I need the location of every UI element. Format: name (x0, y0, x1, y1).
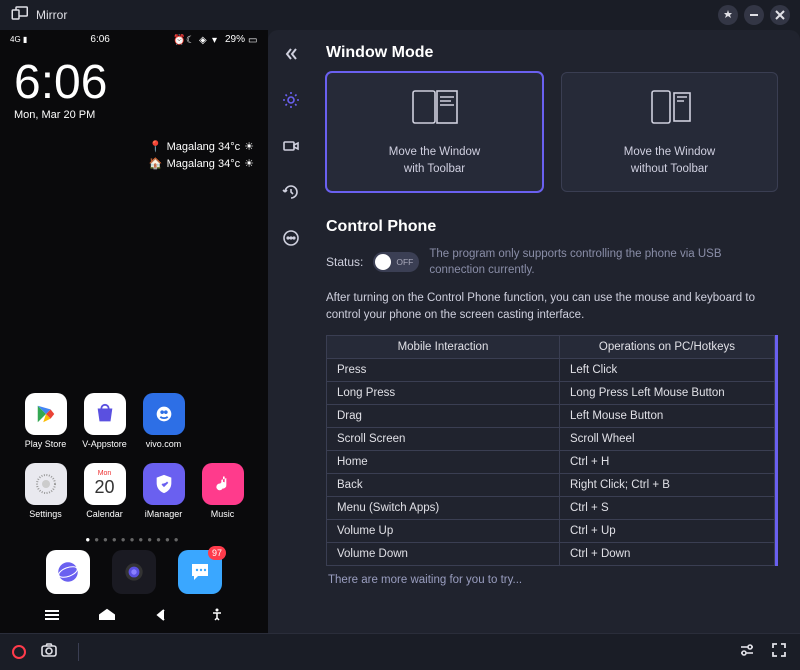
table-row: Menu (Switch Apps)Ctrl + S (327, 496, 775, 519)
pin-button[interactable] (718, 5, 738, 25)
phone-navbar (0, 602, 268, 633)
weather-widget[interactable]: 📍 Magalang 34°c☀ 🏠 Magalang 34°c☀ (149, 140, 254, 174)
app-calendar[interactable]: Mon20Calendar (75, 463, 134, 519)
window-notoolbar-icon (642, 87, 698, 132)
settings-slider-icon[interactable] (738, 641, 756, 664)
record-button[interactable] (12, 645, 26, 659)
bottombar (0, 633, 800, 670)
app-vivocom[interactable]: vivo.com (134, 393, 193, 449)
window-mode-title: Window Mode (326, 44, 778, 62)
app-vappstore[interactable]: V-Appstore (75, 393, 134, 449)
app-title: Mirror (36, 8, 67, 22)
table-row: Volume DownCtrl + Down (327, 542, 775, 565)
alarm-icon: ⏰ (173, 35, 183, 45)
phone-status-bar: 4G ▮ 6:06 ⏰ ☾ ◈ ▾ 29% ▭ (0, 30, 268, 47)
table-row: Volume UpCtrl + Up (327, 519, 775, 542)
home-icon: 🏠 (149, 157, 163, 170)
nav-accessibility-icon[interactable] (208, 608, 226, 627)
dnd-icon: ☾ (186, 35, 196, 45)
dock-camera[interactable] (112, 550, 156, 594)
battery-icon: ▭ (248, 35, 258, 45)
app-imanager[interactable]: iManager (134, 463, 193, 519)
sun-icon: ☀ (244, 140, 254, 153)
wifi-icon: ◈ (199, 35, 209, 45)
weather-line: Magalang 34°c (167, 141, 241, 153)
mode-with-toolbar[interactable]: Move the Windowwith Toolbar (326, 72, 543, 192)
minimize-button[interactable] (744, 5, 764, 25)
wifi-icon: ▾ (212, 35, 222, 45)
dock-browser[interactable] (46, 550, 90, 594)
collapse-button[interactable] (277, 40, 305, 68)
window-toolbar-icon (407, 87, 463, 132)
cast-icon (10, 6, 28, 25)
nav-back-icon[interactable] (153, 608, 171, 627)
fullscreen-icon[interactable] (770, 641, 788, 664)
date-line: Mon, Mar 20 PM (14, 109, 254, 121)
control-toggle[interactable]: OFF (373, 252, 419, 272)
close-button[interactable] (770, 5, 790, 25)
table-row: BackRight Click; Ctrl + B (327, 473, 775, 496)
status-label: Status: (326, 255, 363, 269)
table-row: DragLeft Mouse Button (327, 404, 775, 427)
settings-tab[interactable] (277, 86, 305, 114)
status-note: The program only supports controlling th… (429, 246, 778, 278)
dock-messages[interactable]: 97 (178, 550, 222, 594)
mode-label: Move the Windowwithout Toolbar (624, 144, 715, 176)
status-time: 6:06 (27, 34, 173, 45)
titlebar: Mirror (0, 0, 800, 30)
mode-without-toolbar[interactable]: Move the Windowwithout Toolbar (561, 72, 778, 192)
app-grid: Play Store V-Appstore vivo.com Settings … (0, 369, 268, 519)
badge: 97 (208, 546, 226, 560)
control-phone-title: Control Phone (326, 218, 778, 236)
page-indicator[interactable]: ●●●●●●●●●●● (0, 535, 268, 544)
app-settings[interactable]: Settings (16, 463, 75, 519)
app-playstore[interactable]: Play Store (16, 393, 75, 449)
divider (78, 643, 79, 661)
nav-menu-icon[interactable] (43, 608, 61, 627)
phone-mirror-pane[interactable]: 4G ▮ 6:06 ⏰ ☾ ◈ ▾ 29% ▭ 6:06 Mon, Mar 20… (0, 30, 268, 633)
nav-home-icon[interactable] (98, 608, 116, 627)
app-music[interactable]: Music (193, 463, 252, 519)
sun-icon: ☀ (244, 157, 254, 170)
side-rail (268, 30, 314, 633)
th-mobile: Mobile Interaction (327, 335, 560, 358)
hotkey-table: Mobile Interaction Operations on PC/Hotk… (326, 335, 778, 566)
control-description: After turning on the Control Phone funct… (326, 290, 778, 325)
battery-text: 29% (225, 34, 245, 45)
dock: 97 (0, 550, 268, 602)
weather-line: Magalang 34°c (167, 158, 241, 170)
table-row: HomeCtrl + H (327, 450, 775, 473)
more-tab[interactable] (277, 224, 305, 252)
table-row: Long PressLong Press Left Mouse Button (327, 381, 775, 404)
try-note: There are more waiting for you to try... (326, 566, 778, 594)
table-row: PressLeft Click (327, 358, 775, 381)
pin-icon: 📍 (149, 140, 163, 153)
history-tab[interactable] (277, 178, 305, 206)
record-tab[interactable] (277, 132, 305, 160)
signal-icon: 4G ▮ (10, 35, 27, 44)
screenshot-button[interactable] (40, 641, 58, 664)
table-row: Scroll ScreenScroll Wheel (327, 427, 775, 450)
mode-label: Move the Windowwith Toolbar (389, 144, 480, 176)
th-pc: Operations on PC/Hotkeys (559, 335, 774, 358)
big-clock: 6:06 (14, 59, 254, 107)
content-pane: Window Mode Move the Windowwith Toolbar … (314, 30, 800, 633)
